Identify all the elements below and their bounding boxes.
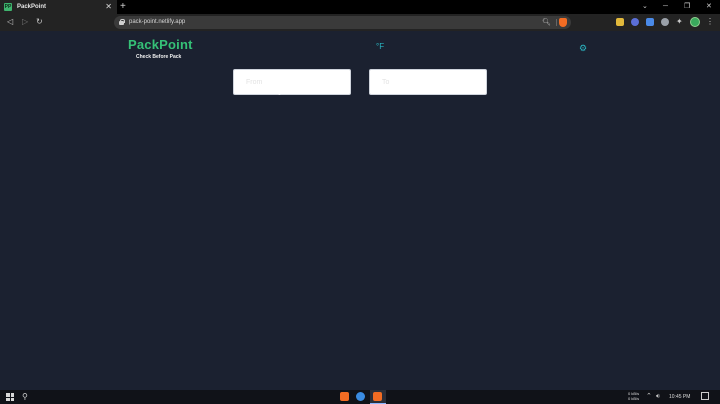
volume-icon[interactable]: 🔉︎ (656, 392, 660, 402)
app-tagline: Check Before Pack (136, 54, 182, 60)
tab-title: PackPoint (17, 4, 47, 10)
extensions-puzzle-icon[interactable]: ✦ (676, 18, 684, 26)
profile-avatar[interactable] (690, 17, 700, 27)
windows-start-icon[interactable] (6, 393, 14, 401)
tab-search-icon[interactable]: ⌄ (642, 2, 648, 12)
clock[interactable]: 10:45 PM (669, 393, 690, 401)
lock-icon[interactable] (119, 19, 125, 25)
brave-taskbar-icon[interactable] (340, 392, 349, 401)
app-logo[interactable]: PackPoint (128, 37, 193, 52)
browser-tab-strip: PP PackPoint ✕ + ⌄ ─ ❐ ✕ (0, 0, 720, 14)
forward-button[interactable]: ▷ (22, 17, 28, 27)
taskbar: ⚲ 0 kB/s 0 kB/s ⌃ 🔉︎ 10:45 PM (0, 390, 720, 404)
new-tab-button[interactable]: + (120, 1, 126, 13)
browser-menu-icon[interactable]: ⋮ (706, 17, 714, 27)
search-icon[interactable]: ⚲ (22, 391, 28, 403)
close-tab-icon[interactable]: ✕ (105, 2, 112, 12)
brave-shields-icon[interactable] (559, 18, 567, 27)
extension-icon[interactable] (631, 18, 639, 26)
network-speed: 0 kB/s 0 kB/s (628, 391, 640, 401)
gear-icon[interactable]: ⚙ (579, 43, 587, 53)
url-text[interactable]: pack-point.netlify.app (129, 18, 185, 27)
temperature-unit-toggle[interactable]: °F (376, 42, 384, 52)
notification-icon[interactable] (701, 392, 709, 400)
address-bar[interactable]: pack-point.netlify.app 🔍︎ (114, 16, 571, 29)
divider (556, 19, 557, 26)
brave-active-taskbar-icon[interactable] (373, 392, 382, 401)
minimize-button[interactable]: ─ (663, 2, 668, 12)
restore-button[interactable]: ❐ (684, 2, 690, 12)
close-window-button[interactable]: ✕ (706, 2, 712, 12)
chevron-up-icon[interactable]: ⌃ (646, 392, 652, 402)
back-button[interactable]: ◁ (7, 17, 13, 27)
reload-button[interactable]: ↻ (36, 17, 43, 27)
browser-tab[interactable]: PP PackPoint ✕ (0, 0, 117, 14)
app-taskbar-icon[interactable] (356, 392, 365, 401)
extension-icon[interactable] (616, 18, 624, 26)
to-input[interactable] (369, 69, 487, 95)
browser-toolbar: ◁ ▷ ↻ pack-point.netlify.app 🔍︎ (0, 14, 720, 31)
favicon-icon: PP (4, 3, 12, 11)
extension-icon[interactable] (661, 18, 669, 26)
from-input[interactable] (233, 69, 351, 95)
translate-extension-icon[interactable] (646, 18, 654, 26)
page: PackPoint Check Before Pack °F ⚙ (0, 31, 720, 390)
zoom-icon[interactable]: 🔍︎ (542, 18, 551, 27)
